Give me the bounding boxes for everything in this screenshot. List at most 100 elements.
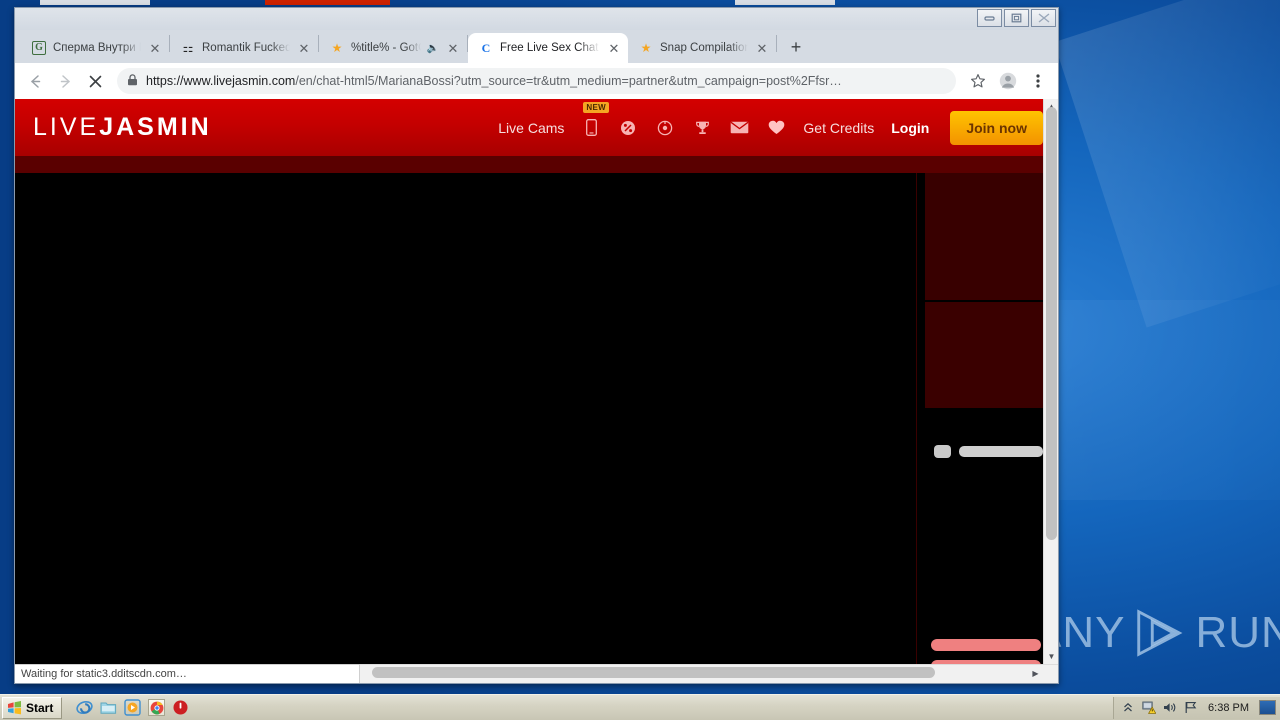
tab-title: %title% - GotGay <box>351 42 421 54</box>
tab-favicon-star: ★ <box>331 41 343 55</box>
tab-close-icon[interactable]: ✕ <box>606 40 622 56</box>
tab-close-icon[interactable]: ✕ <box>147 40 163 56</box>
site-nav: Live Cams NEW Get Credits Login Join now <box>498 101 1043 145</box>
horizontal-scrollbar[interactable]: ▶ <box>360 664 1043 683</box>
tab-title: Romantik Fucked and <box>202 42 290 54</box>
top-accent-right <box>735 0 835 5</box>
video-player-stage[interactable] <box>15 173 916 664</box>
tab-favicon-google-g: G <box>31 40 47 56</box>
windows-flag-icon <box>7 700 22 715</box>
start-button[interactable]: Start <box>2 696 63 719</box>
flag-icon[interactable] <box>1183 700 1198 715</box>
tab-close-icon[interactable]: ✕ <box>296 40 312 56</box>
site-subnav-bar <box>15 156 1043 173</box>
livejasmin-logo[interactable]: LIVEJASMIN <box>33 113 212 142</box>
chrome-icon[interactable] <box>148 699 166 716</box>
start-label: Start <box>26 700 54 715</box>
browser-tab-1[interactable]: G Сперма Внутри Порно ✕ <box>21 33 169 63</box>
trophy-icon[interactable] <box>692 117 712 139</box>
site-header: LIVEJASMIN Live Cams NEW Get Credits Log… <box>15 99 1043 156</box>
minimize-button[interactable] <box>977 9 1002 27</box>
tab-title: Snap Compilation #2 ( <box>660 42 748 54</box>
window-controls <box>975 9 1056 27</box>
browser-tab-4-active[interactable]: C Free Live Sex Chat Wi ✕ <box>468 33 628 63</box>
show-desktop-icon[interactable] <box>1259 700 1276 715</box>
tab-close-icon[interactable]: ✕ <box>445 40 461 56</box>
heart-favorites-icon[interactable] <box>766 117 786 139</box>
status-bar: Waiting for static3.dditscdn.com… <box>15 664 360 683</box>
profile-avatar-icon[interactable] <box>994 67 1022 95</box>
browser-toolbar: https://www.livejasmin.com/en/chat-html5… <box>15 63 1058 99</box>
power-record-icon[interactable] <box>172 699 189 716</box>
maximize-button[interactable] <box>1004 9 1029 27</box>
nav-live-cams[interactable]: Live Cams <box>498 120 564 136</box>
desktop-background: ANY RUN G Сперма Внутри ✕ ⚏ Romantik Fuc… <box>0 0 1280 720</box>
back-button[interactable] <box>21 67 49 95</box>
bookmark-star-icon[interactable] <box>964 67 992 95</box>
target-award-icon[interactable] <box>655 117 675 139</box>
watermark-text-run: RUN <box>1195 608 1280 657</box>
new-tab-plus-icon: + <box>790 36 802 57</box>
anyrun-watermark: ANY RUN <box>1032 604 1280 662</box>
discount-percent-icon[interactable] <box>618 117 638 139</box>
tab-close-icon[interactable]: ✕ <box>754 40 770 56</box>
volume-icon[interactable] <box>1162 700 1177 715</box>
top-accent-left <box>40 0 150 5</box>
watermark-play-logo <box>1131 604 1189 662</box>
vertical-scrollbar[interactable]: ▲ ▼ <box>1043 99 1058 664</box>
sidebar-skeleton-bar <box>959 446 1043 457</box>
tab-audio-playing-icon[interactable]: 🔈 <box>427 43 439 54</box>
page-viewport: LIVEJASMIN Live Cams NEW Get Credits Log… <box>15 99 1058 664</box>
browser-tab-2[interactable]: ⚏ Romantik Fucked and ✕ <box>170 33 318 63</box>
site-lock-icon <box>127 73 138 89</box>
internet-explorer-icon[interactable] <box>76 699 94 716</box>
tab-strip: G Сперма Внутри Порно ✕ ⚏ Romantik Fucke… <box>15 30 1058 63</box>
sidebar-panel-middle <box>925 302 1043 408</box>
nav-login[interactable]: Login <box>891 120 929 136</box>
browser-tab-5[interactable]: ★ Snap Compilation #2 ( ✕ <box>628 33 776 63</box>
stop-loading-button[interactable] <box>81 67 109 95</box>
desktop-glint <box>1053 0 1280 328</box>
top-accent-red <box>265 0 390 5</box>
sidebar-panel-top <box>925 173 1043 300</box>
sidebar-placeholder-bar-1 <box>931 639 1041 651</box>
vertical-scroll-thumb[interactable] <box>1046 107 1057 540</box>
nav-get-credits[interactable]: Get Credits <box>803 120 874 136</box>
tab-title: Сперма Внутри Порно <box>53 42 141 54</box>
url-host: https://www.livejasmin.com <box>146 74 296 88</box>
system-tray: 6:38 PM <box>1113 696 1280 719</box>
folder-icon[interactable] <box>100 699 117 716</box>
tab-separator <box>776 35 777 52</box>
chrome-browser-window: G Сперма Внутри Порно ✕ ⚏ Romantik Fucke… <box>14 7 1059 684</box>
chrome-menu-icon[interactable] <box>1024 67 1052 95</box>
forward-button[interactable] <box>51 67 79 95</box>
taskbar-clock[interactable]: 6:38 PM <box>1204 702 1253 714</box>
close-button[interactable] <box>1031 9 1056 27</box>
tab-favicon-mask: ⚏ <box>182 41 194 55</box>
mail-envelope-icon[interactable] <box>729 117 749 139</box>
livejasmin-page: LIVEJASMIN Live Cams NEW Get Credits Log… <box>15 99 1043 664</box>
new-badge: NEW <box>583 101 609 113</box>
logo-part-jasmin: JASMIN <box>99 113 212 141</box>
scroll-down-arrow-icon[interactable]: ▼ <box>1044 649 1058 664</box>
horizontal-scroll-thumb[interactable] <box>372 667 935 678</box>
media-player-icon[interactable] <box>124 699 142 716</box>
tab-favicon-livejasmin: C <box>481 41 491 55</box>
sidebar-skeleton-avatar <box>934 445 951 458</box>
tab-title: Free Live Sex Chat Wi <box>500 42 600 54</box>
address-bar-url: https://www.livejasmin.com/en/chat-html5… <box>146 74 946 88</box>
new-tab-button[interactable]: + <box>783 34 809 60</box>
show-hidden-icons-chevron-icon[interactable] <box>1120 700 1135 715</box>
address-bar[interactable]: https://www.livejasmin.com/en/chat-html5… <box>117 68 956 94</box>
join-now-button[interactable]: Join now <box>950 110 1043 145</box>
scroll-right-arrow-icon[interactable]: ▶ <box>1028 665 1043 682</box>
browser-tab-3[interactable]: ★ %title% - GotGay 🔈 ✕ <box>319 33 467 63</box>
tab-favicon-star: ★ <box>640 41 652 55</box>
browser-bottom-row: Waiting for static3.dditscdn.com… ▶ <box>15 664 1058 683</box>
logo-part-live: LIVE <box>33 113 100 141</box>
mobile-icon[interactable]: NEW <box>581 101 609 139</box>
network-warning-icon[interactable] <box>1141 700 1156 715</box>
chat-sidebar <box>916 173 1043 664</box>
url-path: /en/chat-html5/MarianaBossi?utm_source=t… <box>295 74 842 88</box>
scrollbar-corner <box>1043 664 1058 683</box>
